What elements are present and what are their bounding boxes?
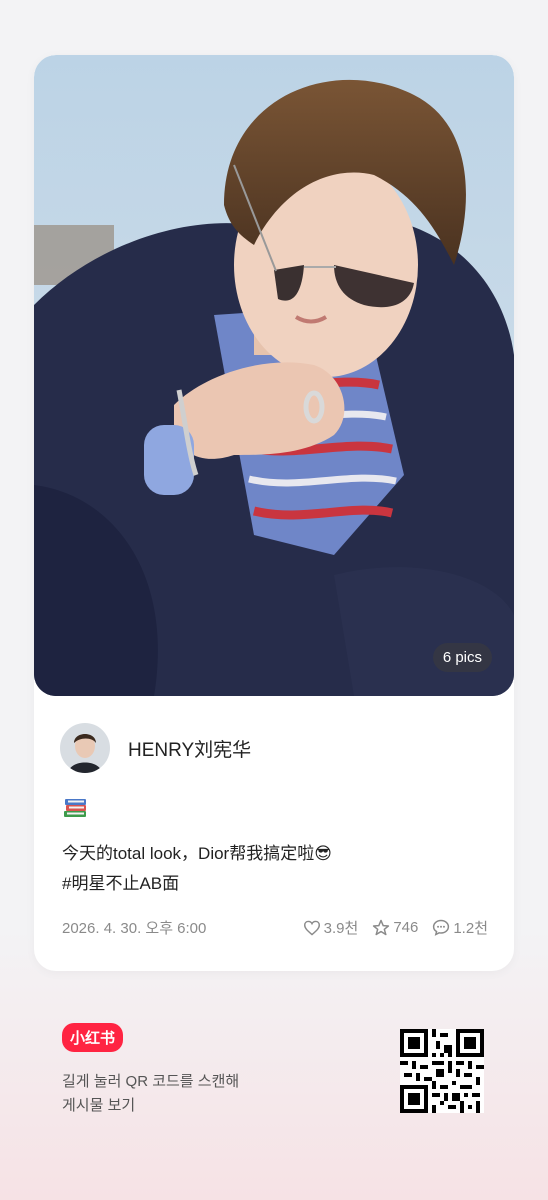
qr-code-icon [400,1029,484,1113]
star-icon [373,919,390,936]
post-date: 2026. 4. 30. 오후 6:00 [62,920,207,937]
likes-stat[interactable]: 3.9천 [303,917,359,938]
photo-image [34,55,514,696]
pic-count-badge: 6 pics [432,643,492,672]
qr-instructions: 길게 눌러 QR 코드를 스캔해 게시물 보기 [62,1070,322,1118]
likes-count: 3.9천 [323,920,359,937]
heart-icon [303,920,320,936]
author-row[interactable]: HENRY刘宪华 [60,723,251,773]
post-text: 今天的total look，Dior帮我搞定啦😎 [62,844,332,863]
xiaohongshu-logo: 小红书 [62,1023,124,1052]
post-card: 6 pics HENRY刘宪华 今天的total look，Dior帮我搞定啦😎… [34,55,514,971]
comments-stat[interactable]: 1.2천 [432,917,488,938]
favorites-stat[interactable]: 746 [372,919,418,936]
qr-instruction-line2: 게시물 보기 [62,1097,136,1114]
avatar-image [60,723,110,773]
avatar[interactable] [60,723,110,773]
book-emoji-icon [62,796,90,825]
comments-count: 1.2천 [453,920,488,937]
books-icon [64,799,86,817]
favorites-count: 746 [393,919,419,936]
post-photo[interactable]: 6 pics [34,55,514,696]
post-meta: 2026. 4. 30. 오후 6:00 3.9천 746 1.2천 [62,917,488,938]
post-content: 今天的total look，Dior帮我搞定啦😎 #明星不止AB面 [62,839,332,899]
author-name[interactable]: HENRY刘宪华 [128,735,251,762]
hashtag-link[interactable]: #明星不止AB面 [62,869,332,899]
qr-instruction-line1: 길게 눌러 QR 코드를 스캔해 [62,1073,240,1090]
comment-icon [433,919,450,936]
qr-code[interactable] [400,1029,484,1113]
